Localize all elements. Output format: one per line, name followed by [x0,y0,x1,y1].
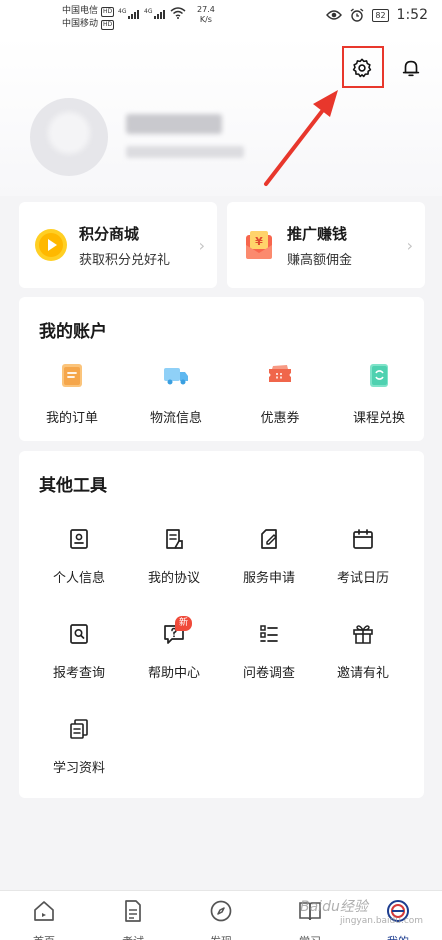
status-bar: 中国电信 HD 中国移动 HD 4G 4G 27.4 K/s 82 1:52 [0,0,442,36]
speed-value: 27.4 [197,5,215,14]
files-icon [70,719,88,739]
carrier-1: 中国电信 [62,6,99,16]
tab-home-label: 首页 [14,933,74,940]
document-icon [166,529,183,549]
invite-gift-button[interactable]: 邀请有礼 [313,622,413,681]
svg-text:¥: ¥ [255,235,263,248]
tab-study-label: 学习 [280,933,340,940]
coin-play-icon [35,229,67,261]
bottom-tab-bar: 首页 考试 发现 学习 我的 [0,890,442,940]
compass-icon [210,900,232,922]
new-badge: 新 [175,616,192,631]
exam-calendar-label: 考试日历 [336,571,389,586]
battery-icon: 82 [372,8,389,22]
tab-discover-label: 发现 [191,933,251,940]
personal-info-button[interactable]: 个人信息 [29,527,129,586]
bell-icon [402,60,420,77]
watermark-url: jingyan.baidu.com [340,916,424,926]
help-center-button[interactable]: 帮助中心 [124,622,224,681]
tab-exam-label: 考试 [103,933,163,940]
survey-label: 问卷调查 [242,666,295,681]
personal-info-label: 个人信息 [52,571,105,586]
coupons-label: 优惠券 [260,411,300,426]
wifi-icon [170,7,186,19]
gift-icon [353,625,373,644]
study-materials-button[interactable]: 学习资料 [29,717,129,776]
settings-highlight-annotation [342,46,384,88]
referral-card[interactable]: ¥ 推广赚钱 赚高额佣金 › [227,202,425,288]
coupon-icon [269,365,291,382]
tab-profile-label: 我的 [368,933,428,940]
hd-badge-2: HD [101,19,115,30]
network-type-1: 4G [118,8,127,15]
my-agreements-button[interactable]: 我的协议 [124,527,224,586]
my-orders-label: 我的订单 [45,411,98,426]
signal-icons: 4G 4G [118,7,186,19]
service-request-label: 服务申请 [242,571,295,586]
alarm-icon [350,8,364,22]
logistics-label: 物流信息 [149,411,202,426]
watermark: Baidu经验 [300,899,368,915]
tab-discover[interactable]: 发现 [191,899,251,940]
status-right: 82 1:52 [326,7,428,23]
my-account-section: 我的账户 我的订单 物流信息 优惠券 课程兑换 [19,297,424,441]
service-request-button[interactable]: 服务申请 [219,527,319,586]
exam-icon [125,900,141,922]
username-blurred [126,114,222,134]
carrier-2: 中国移动 [62,19,99,29]
hd-badge-1: HD [101,6,115,17]
signal-icon: 4G [118,8,139,19]
tab-home[interactable]: 首页 [14,899,74,940]
referral-title: 推广赚钱 [287,224,348,243]
my-orders-button[interactable]: 我的订单 [22,361,122,426]
search-doc-icon [70,624,88,644]
chevron-right-icon: › [198,236,205,255]
registration-query-button[interactable]: 报考查询 [29,622,129,681]
my-account-title: 我的账户 [39,322,107,342]
referral-subtitle: 赚高额佣金 [287,252,353,268]
help-center-label: 帮助中心 [147,666,200,681]
exam-calendar-button[interactable]: 考试日历 [313,527,413,586]
order-icon [62,364,82,387]
carrier-info: 中国电信 HD 中国移动 HD [62,5,115,31]
user-subinfo-blurred [126,146,244,158]
invite-gift-label: 邀请有礼 [336,666,389,681]
avatar[interactable] [30,98,108,176]
calendar-icon [353,529,373,549]
other-tools-title: 其他工具 [39,476,107,496]
survey-button[interactable]: 问卷调查 [219,622,319,681]
my-agreements-label: 我的协议 [147,571,200,586]
red-envelope-icon: ¥ [246,231,272,259]
edit-icon [261,529,277,549]
home-icon [34,901,54,921]
exchange-icon [370,364,388,387]
list-icon [260,625,278,642]
course-exchange-button[interactable]: 课程兑换 [329,361,429,426]
eye-icon [326,10,343,20]
network-speed: 27.4 K/s [197,5,215,25]
signal-icon: 4G [144,8,165,19]
chevron-right-icon: › [406,236,413,255]
network-type-2: 4G [144,8,153,15]
clock: 1:52 [396,7,428,23]
points-mall-title: 积分商城 [79,224,140,243]
study-materials-label: 学习资料 [52,761,105,776]
registration-query-label: 报考查询 [52,666,105,681]
tab-exam[interactable]: 考试 [103,899,163,940]
points-mall-subtitle: 获取积分兑好礼 [79,252,171,268]
course-exchange-label: 课程兑换 [352,411,405,426]
logistics-button[interactable]: 物流信息 [126,361,226,426]
id-card-icon [70,529,88,549]
coupons-button[interactable]: 优惠券 [230,361,330,426]
speed-unit: K/s [199,15,212,24]
notification-button[interactable] [397,54,425,82]
points-mall-card[interactable]: 积分商城 获取积分兑好礼 › [19,202,217,288]
truck-icon [164,368,188,385]
